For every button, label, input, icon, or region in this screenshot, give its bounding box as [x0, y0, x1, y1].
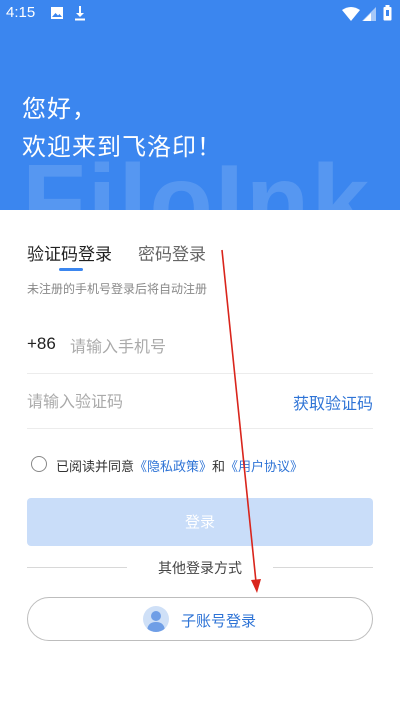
image-icon: [51, 7, 63, 19]
tab-password-login[interactable]: 密码登录: [138, 240, 206, 265]
user-agreement-link[interactable]: 《用户协议》: [225, 460, 303, 475]
tab-sms-login[interactable]: 验证码登录: [27, 240, 112, 265]
verification-code-input[interactable]: [27, 383, 267, 419]
greeting-text: 您好， 欢迎来到飞洛印！: [22, 90, 222, 166]
privacy-policy-link[interactable]: 《隐私政策》: [134, 460, 212, 475]
greeting-line-2: 欢迎来到飞洛印！: [22, 133, 222, 161]
active-tab-indicator: [59, 268, 83, 271]
agreement-connector: 和: [212, 460, 226, 475]
sub-account-login-button[interactable]: 子账号登录: [27, 597, 373, 641]
other-login-label: 其他登录方式: [158, 561, 242, 577]
phone-input[interactable]: [70, 328, 360, 364]
header-banner: FiloInk 4:15 您好， 欢迎来到飞洛印！: [0, 0, 400, 210]
greeting-line-1: 您好，: [22, 95, 97, 123]
country-code[interactable]: +86: [27, 334, 56, 354]
user-avatar-icon: [143, 606, 169, 632]
code-row: 获取验证码: [27, 373, 373, 429]
status-time: 4:15: [6, 4, 36, 21]
status-bar: 4:15: [0, 0, 400, 28]
download-icon: [75, 6, 85, 21]
register-hint: 未注册的手机号登录后将自动注册: [27, 282, 208, 296]
wifi-icon: [342, 7, 360, 21]
signal-icon: [362, 7, 376, 21]
agreement-checkbox[interactable]: [31, 456, 47, 472]
phone-row: +86: [27, 318, 373, 374]
agreement-prefix: 已阅读并同意: [56, 460, 135, 475]
agreement-text: 已阅读并同意《隐私政策》和《用户协议》: [56, 456, 303, 475]
sub-account-label: 子账号登录: [181, 612, 257, 630]
get-code-button[interactable]: 获取验证码: [293, 390, 373, 414]
login-button[interactable]: 登录: [27, 498, 373, 546]
battery-icon: [383, 5, 392, 21]
